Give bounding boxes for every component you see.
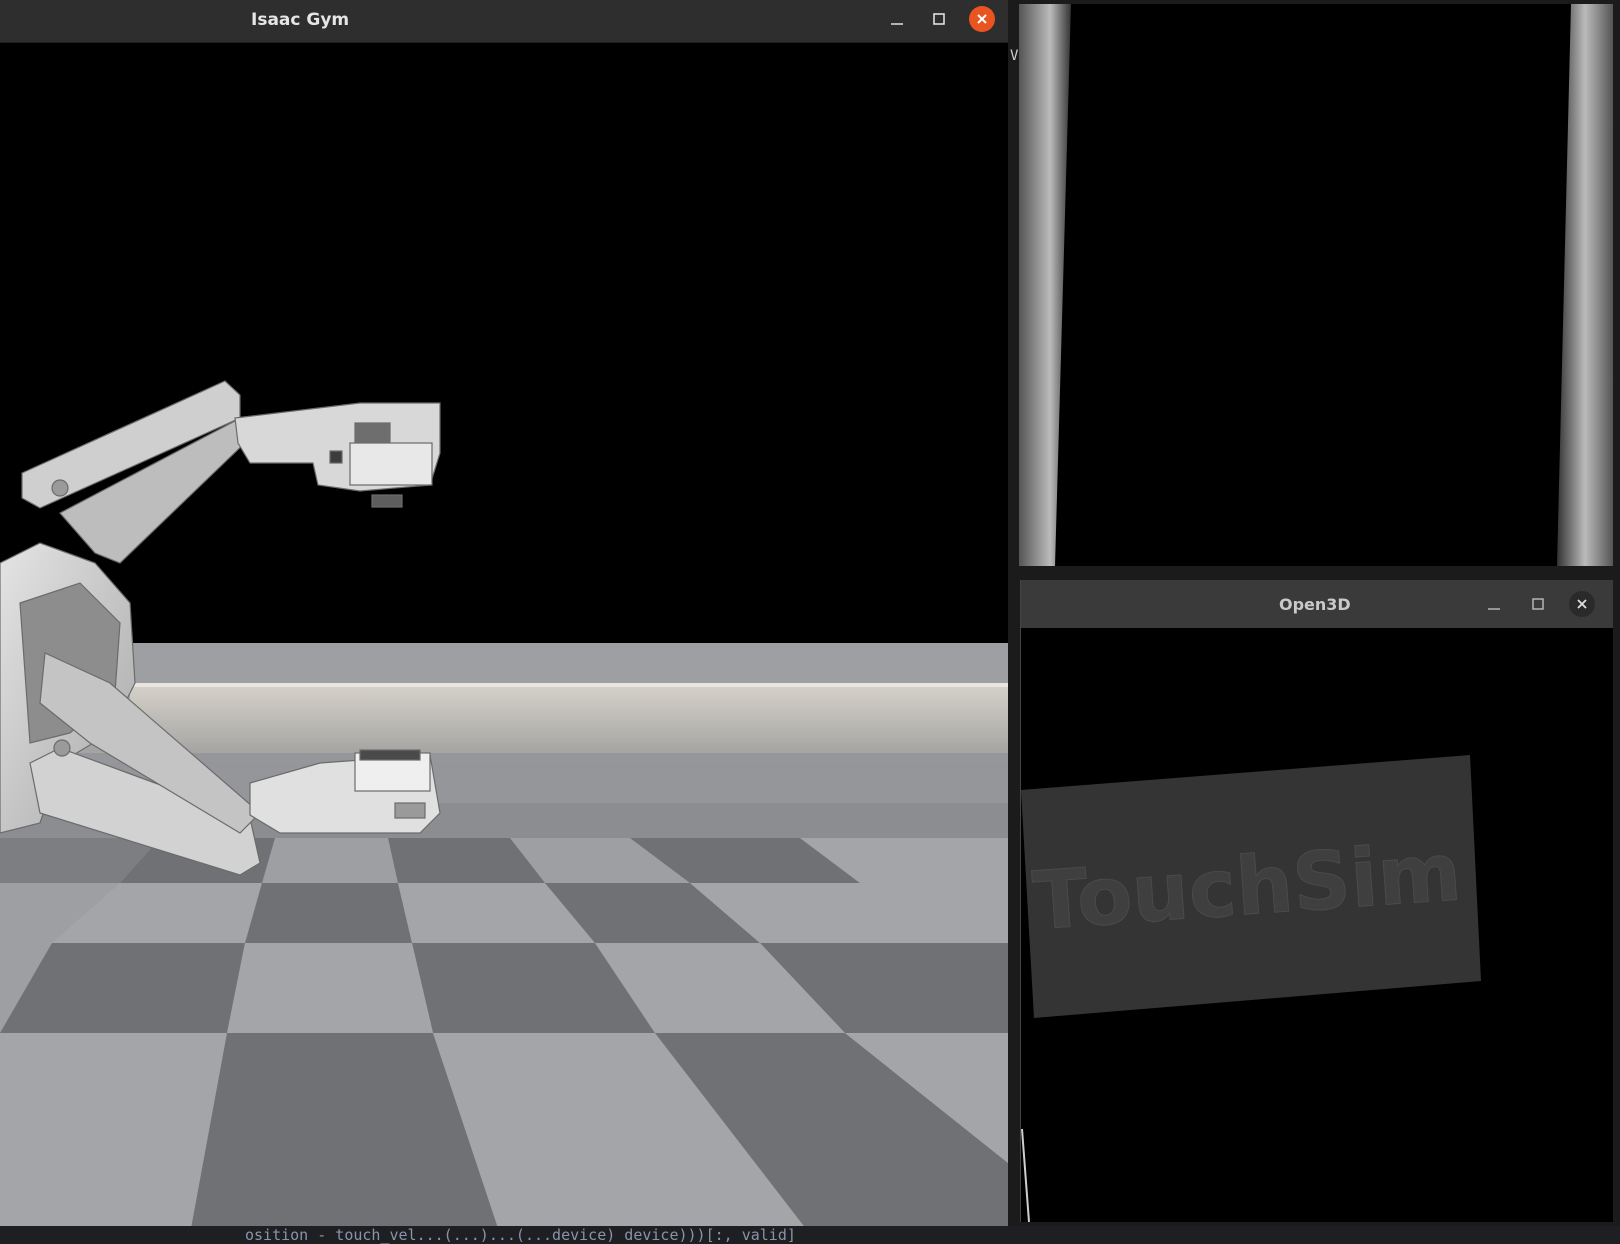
maximize-icon xyxy=(1532,598,1544,610)
terminal-line: osition - touch_vel...(...)...(...device… xyxy=(245,1226,796,1244)
depth-image-window[interactable] xyxy=(1019,4,1613,566)
maximize-button[interactable] xyxy=(925,5,953,33)
tactile-render: TouchSim xyxy=(1021,629,1613,1222)
minimize-icon xyxy=(1488,608,1500,610)
open3d-window: Open3D TouchSim xyxy=(1020,580,1613,1222)
close-button[interactable] xyxy=(969,6,995,32)
scene-render xyxy=(0,43,1008,1234)
maximize-icon xyxy=(933,13,945,25)
open3d-close-button[interactable] xyxy=(1569,591,1595,617)
open3d-canvas[interactable]: TouchSim xyxy=(1021,629,1613,1222)
editor-edge-char: V xyxy=(1010,48,1019,64)
close-icon xyxy=(1577,599,1587,609)
close-icon xyxy=(977,14,987,24)
isaac-gym-titlebar[interactable]: Isaac Gym xyxy=(0,0,1008,43)
minimize-button[interactable] xyxy=(883,6,911,34)
depth-image xyxy=(1019,4,1613,566)
window-title: Isaac Gym xyxy=(251,10,350,30)
open3d-minimize-button[interactable] xyxy=(1481,592,1507,618)
open3d-title: Open3D xyxy=(1279,595,1351,614)
simulation-viewport[interactable] xyxy=(0,43,1008,1234)
open3d-maximize-button[interactable] xyxy=(1525,591,1551,617)
open3d-titlebar[interactable]: Open3D xyxy=(1021,580,1613,628)
isaac-gym-window: Isaac Gym xyxy=(0,0,1008,1234)
minimize-icon xyxy=(891,23,903,25)
terminal-strip: osition - touch_vel...(...)...(...device… xyxy=(0,1226,1620,1244)
